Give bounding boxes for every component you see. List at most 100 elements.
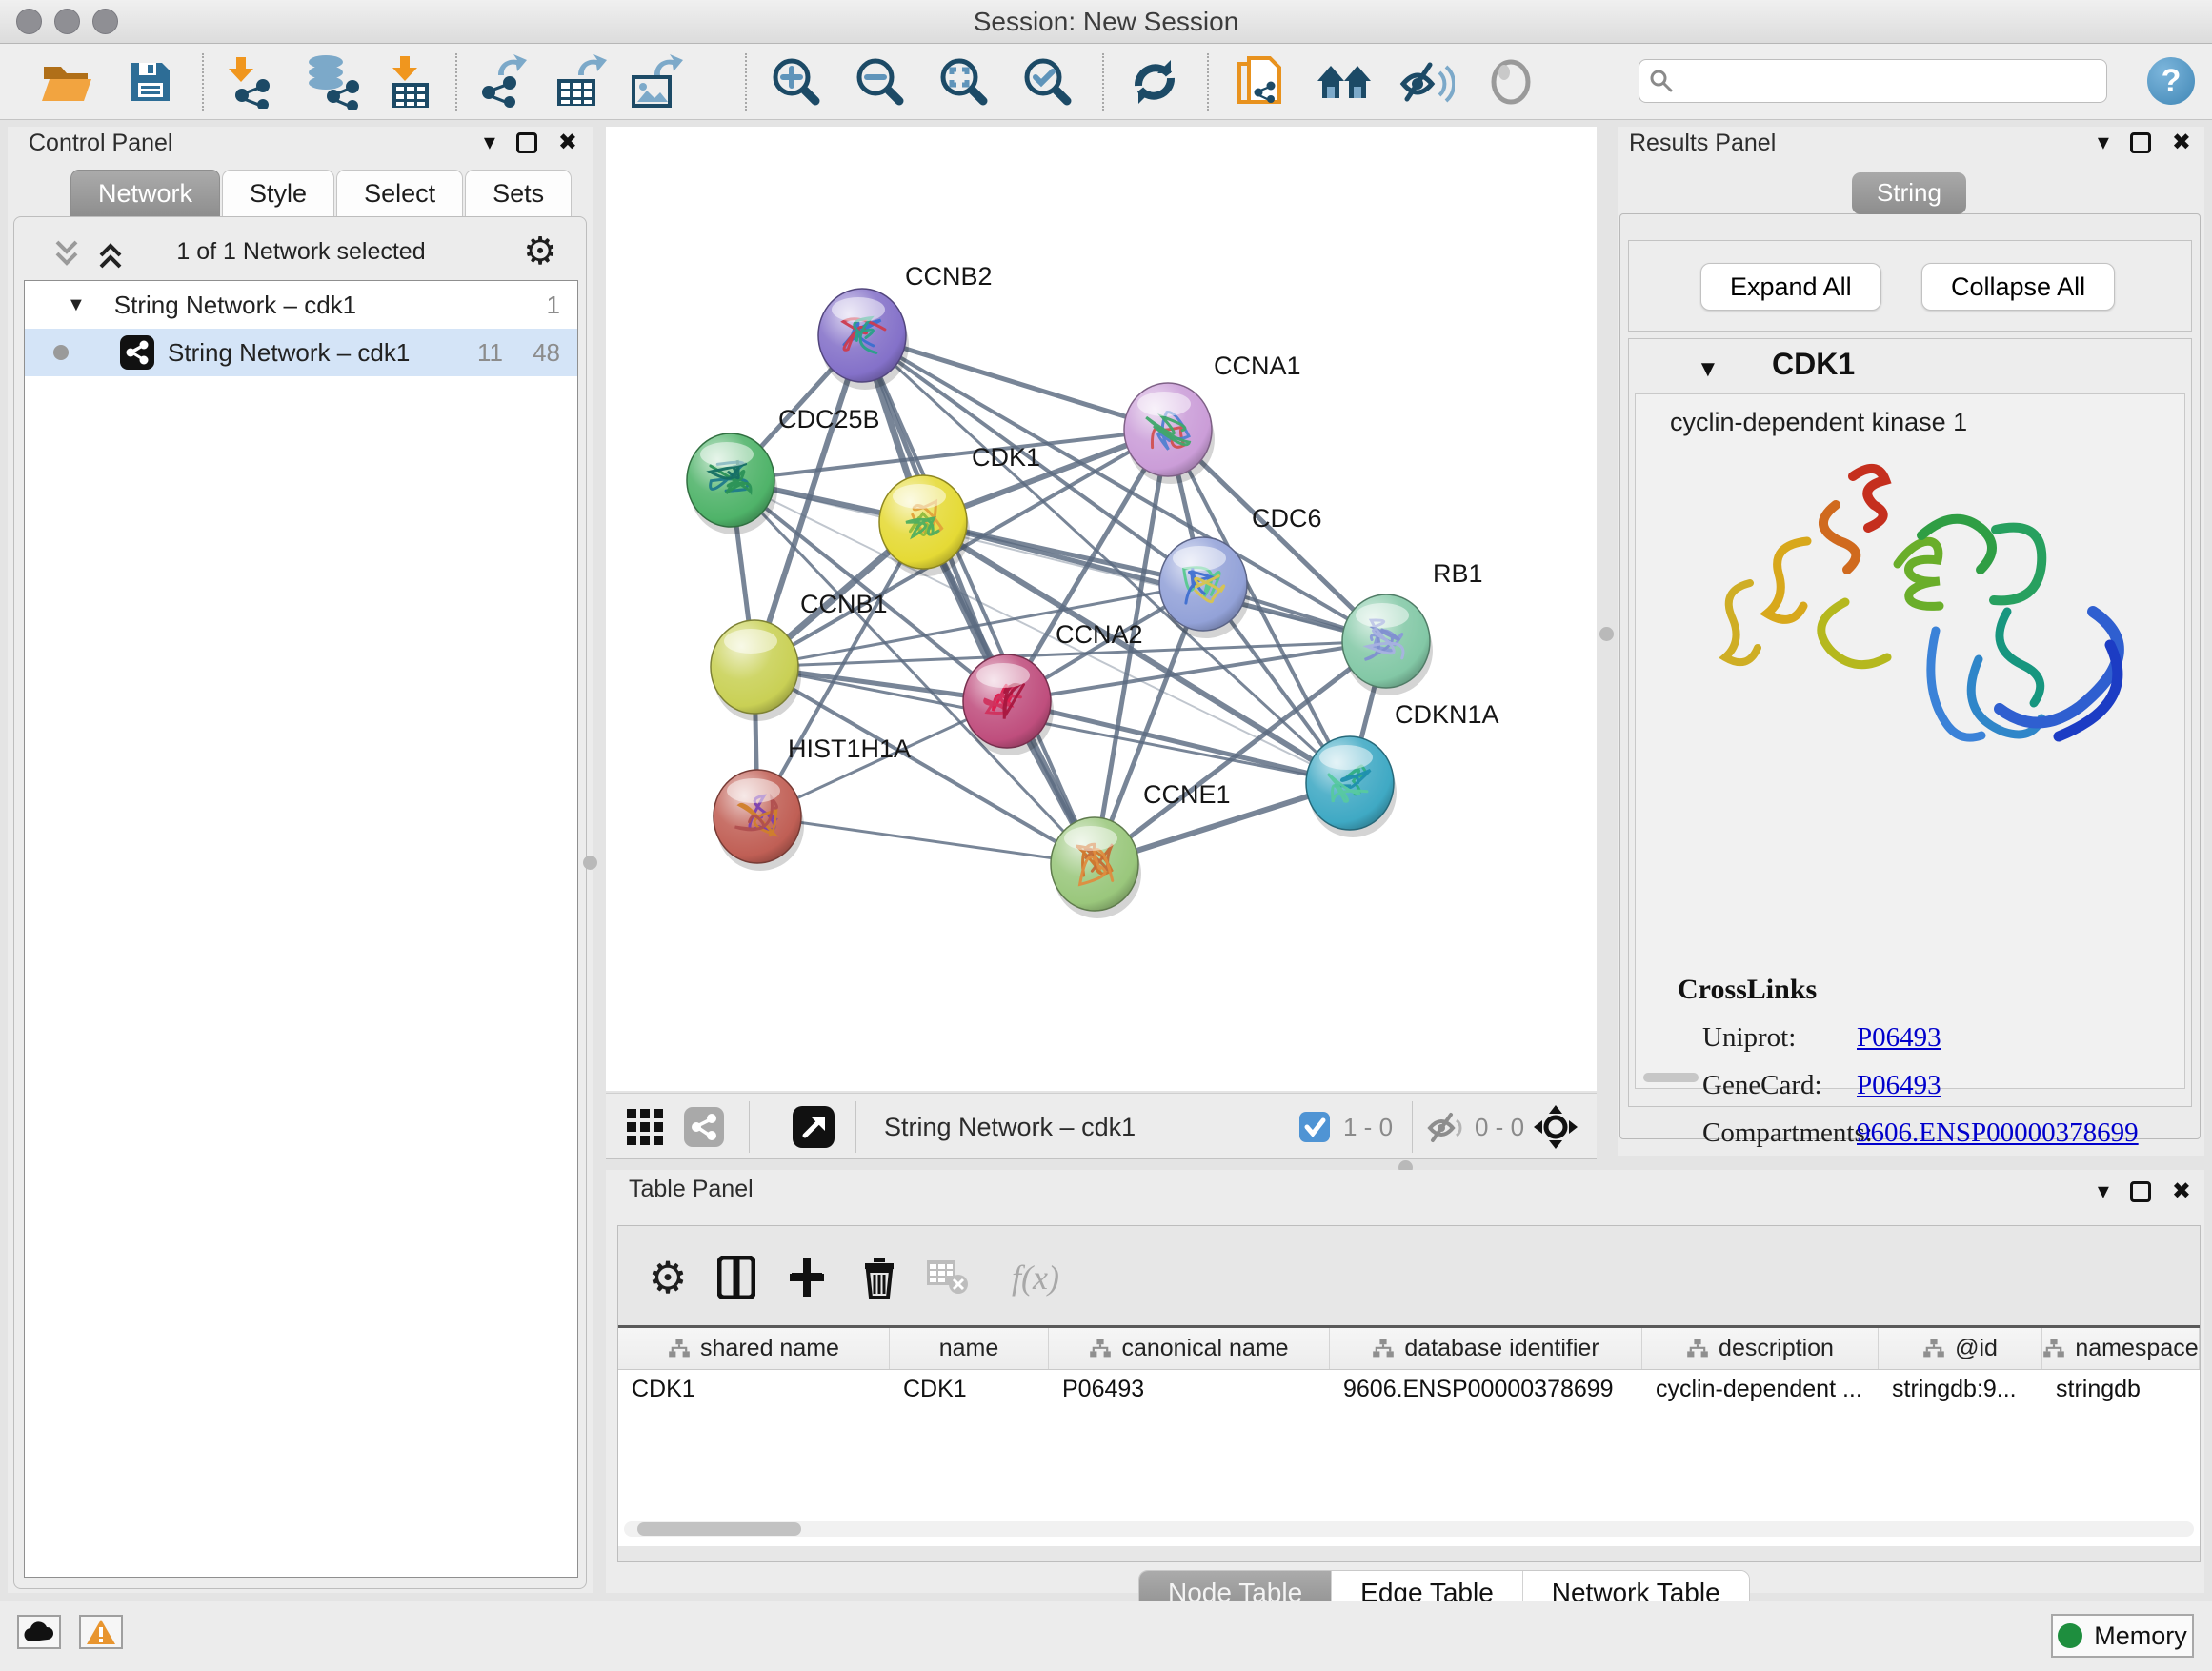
toolbar-search [1639,59,2107,103]
panel-collapse-icon[interactable]: ▾ [2098,1180,2109,1203]
crosslink-uniprot-link[interactable]: P06493 [1857,1022,1941,1053]
status-bar: Memory [0,1601,2212,1671]
warning-icon [86,1619,116,1645]
export-table-button[interactable] [545,51,613,112]
network-row-label: String Network – cdk1 [168,338,410,368]
tab-network[interactable]: Network [70,170,220,217]
help-button[interactable]: ? [2147,57,2195,105]
save-session-button[interactable] [116,51,185,112]
shared-column-icon [1089,1338,1112,1360]
cell-description: cyclin-dependent ... [1642,1370,1879,1410]
network-tree: ▼ String Network – cdk1 1 String Network… [24,280,578,1578]
network-edge[interactable] [862,335,1095,864]
network-node-CCNB2[interactable]: CCNB2 [818,262,993,390]
search-input[interactable] [1681,67,2097,96]
panel-collapse-icon[interactable]: ▾ [2098,131,2109,154]
cybrowser-document-button[interactable] [1225,51,1294,112]
show-glass-eye-icon-button[interactable] [1477,51,1545,112]
entry-header[interactable]: ▼ CDK1 [1629,339,2191,393]
crosslink-label: Compartments: [1678,1117,1857,1149]
refresh-button[interactable] [1120,51,1189,112]
node-table-container: ⚙ f(x) shared name name [617,1225,2201,1562]
create-column-plus-icon[interactable] [780,1251,834,1304]
table-row[interactable]: CDK1 CDK1 P06493 9606.ENSP00000378699 cy… [618,1370,2200,1410]
tab-select[interactable]: Select [336,170,463,217]
entry-collapse-arrow-icon[interactable]: ▼ [1697,356,1719,383]
table-toolbar: ⚙ f(x) [618,1226,2200,1325]
import-network-database-button[interactable] [297,51,366,112]
node-table[interactable]: shared name name canonical name database… [618,1325,2200,1546]
export-image-button[interactable] [621,51,690,112]
show-columns-icon[interactable] [710,1251,763,1304]
window-title: Session: New Session [0,0,2212,44]
statusbar-separator [1412,1101,1413,1153]
detach-view-icon[interactable] [793,1094,835,1160]
panel-close-icon[interactable]: ✖ [2172,1180,2191,1203]
birds-eye-toggle-icon[interactable] [1532,1094,1579,1160]
column-header[interactable]: canonical name [1049,1328,1330,1369]
zoom-selected-button[interactable] [1014,51,1082,112]
panel-close-icon[interactable]: ✖ [558,131,577,154]
toolbar-separator [745,53,747,111]
crosslinks-title: CrossLinks [1678,974,2173,1006]
network-row[interactable]: String Network – cdk1 11 48 [25,329,577,376]
grid-view-icon[interactable] [627,1094,663,1160]
column-header[interactable]: namespace [2042,1328,2200,1369]
tab-style[interactable]: Style [222,170,334,217]
network-node-CDKN1A[interactable]: CDKN1A [1306,700,1499,837]
hidden-eye-slash-icon[interactable] [1427,1094,1465,1160]
scrollbar-thumb[interactable] [637,1522,801,1536]
zoom-fit-button[interactable] [930,51,998,112]
column-header[interactable]: shared name [618,1328,890,1369]
expand-all-button[interactable]: Expand All [1700,263,1881,311]
delete-table-icon[interactable] [921,1251,975,1304]
collapse-all-button[interactable]: Collapse All [1921,263,2115,311]
tab-sets[interactable]: Sets [465,170,572,217]
panel-float-icon[interactable] [516,132,537,153]
column-header[interactable]: description [1642,1328,1879,1369]
memory-button[interactable]: Memory [2051,1614,2194,1658]
selected-checkbox-icon[interactable] [1299,1094,1330,1160]
network-node-CCNA1[interactable]: CCNA1 [1124,352,1301,484]
protein-structure-image [1693,450,2150,783]
network-share-view-icon[interactable] [684,1094,724,1160]
hide-glass-eye-icon-button[interactable] [1393,51,1461,112]
network-node-CDC25B[interactable]: CDC25B [687,405,880,534]
zoom-in-button[interactable] [762,51,831,112]
panel-collapse-icon[interactable]: ▾ [484,131,495,154]
tree-expand-arrow-icon[interactable]: ▼ [67,294,86,316]
network-node-RB1[interactable]: RB1 [1342,559,1483,695]
string-network-graph[interactable]: CCNB2CCNA1CDC25BCDK1CDC6RB1CCNB1CCNA2CDK… [606,127,1597,1091]
warnings-button[interactable] [79,1615,123,1649]
function-builder-icon[interactable]: f(x) [995,1251,1076,1304]
import-table-file-button[interactable] [375,51,444,112]
entry-horizontal-scrollbar[interactable] [1643,1073,1699,1082]
import-network-file-button[interactable] [217,51,286,112]
panel-close-icon[interactable]: ✖ [2172,131,2191,154]
zoom-out-button[interactable] [846,51,915,112]
column-header[interactable]: database identifier [1330,1328,1642,1369]
network-node-HIST1H1A[interactable]: HIST1H1A [714,735,911,871]
cloud-status-button[interactable] [17,1615,61,1649]
network-node-CCNB1[interactable]: CCNB1 [711,590,888,721]
delete-column-trash-icon[interactable] [853,1251,906,1304]
column-header[interactable]: @id [1879,1328,2042,1369]
vertical-splitter-handle[interactable] [583,856,597,870]
node-label-CCNB1: CCNB1 [800,590,888,618]
crosslink-genecard-link[interactable]: P06493 [1857,1070,1941,1100]
string-home-button[interactable] [1311,51,1379,112]
panel-float-icon[interactable] [2130,132,2151,153]
network-collection-row[interactable]: ▼ String Network – cdk1 1 [25,281,577,329]
network-edge[interactable] [757,816,1095,864]
panel-float-icon[interactable] [2130,1181,2151,1202]
network-canvas[interactable]: CCNB2CCNA1CDC25BCDK1CDC6RB1CCNB1CCNA2CDK… [606,127,1597,1091]
network-options-gear-icon[interactable]: ⚙ [523,232,557,271]
column-header[interactable]: name [890,1328,1049,1369]
table-settings-gear-icon[interactable]: ⚙ [641,1251,694,1304]
crosslink-compartments-link[interactable]: 9606.ENSP00000378699 [1857,1117,2139,1148]
open-session-button[interactable] [32,51,101,112]
vertical-splitter-handle[interactable] [1599,627,1614,641]
table-horizontal-scrollbar[interactable] [624,1521,2194,1537]
tab-string[interactable]: String [1852,172,1966,214]
export-network-button[interactable] [469,51,537,112]
